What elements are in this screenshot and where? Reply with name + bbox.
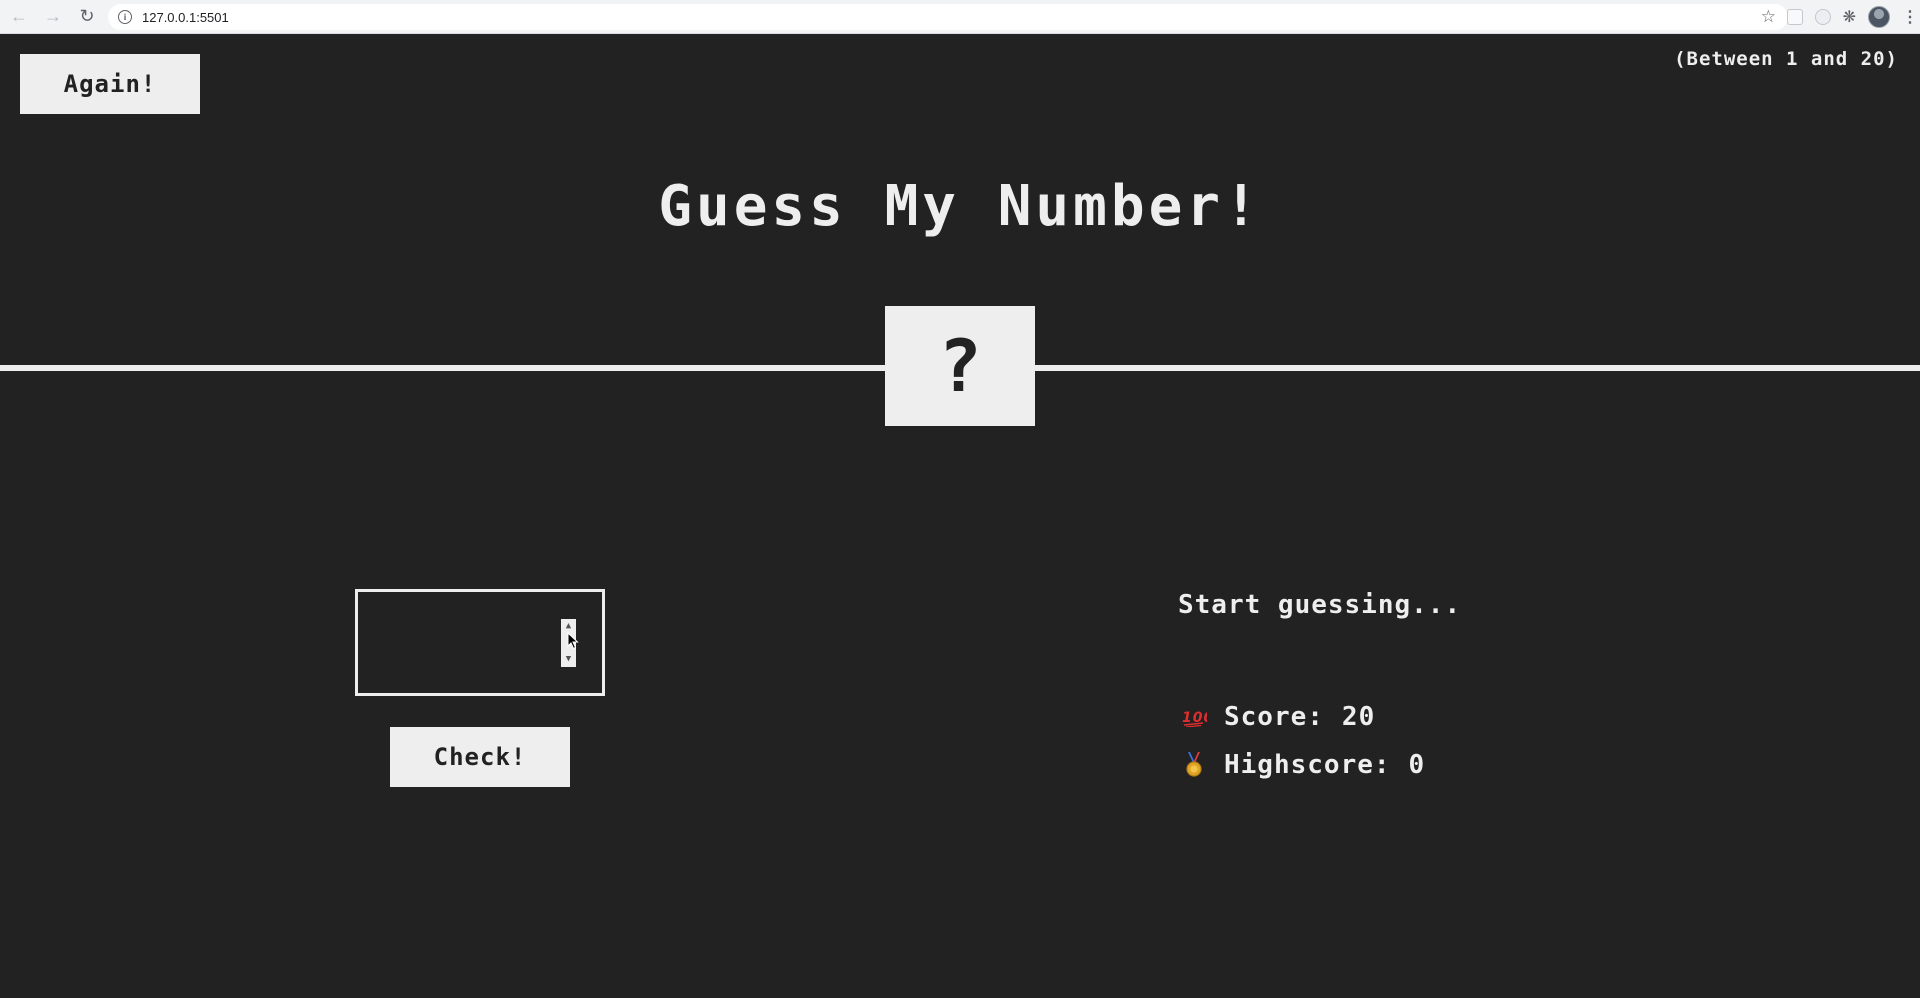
- score-label: Score:: [1224, 702, 1324, 732]
- mouse-cursor-icon: [567, 632, 579, 650]
- again-button[interactable]: Again!: [20, 54, 200, 114]
- game-page: Again! (Between 1 and 20) Guess My Numbe…: [0, 34, 1920, 998]
- page-title: Guess My Number!: [658, 174, 1262, 239]
- extension-icon[interactable]: [1786, 9, 1803, 25]
- spinner-up-icon[interactable]: ▲: [566, 622, 571, 631]
- medal-icon: [1178, 751, 1210, 779]
- highscore-value: 0: [1408, 750, 1426, 780]
- secret-number-box: ?: [885, 306, 1035, 426]
- profile-avatar[interactable]: [1868, 6, 1890, 28]
- kebab-menu-icon[interactable]: ⋮: [1902, 7, 1918, 27]
- forward-arrow-icon[interactable]: →: [38, 2, 68, 32]
- check-button[interactable]: Check!: [390, 727, 570, 787]
- extension-icon[interactable]: [1814, 9, 1831, 25]
- range-hint: (Between 1 and 20): [1674, 48, 1898, 70]
- status-message: Start guessing...: [1178, 590, 1462, 620]
- browser-toolbar: ← → ↻ i 127.0.0.1:5501 ☆ ❋ ⋮: [0, 0, 1920, 34]
- score-value: 20: [1341, 702, 1376, 732]
- reload-icon[interactable]: ↻: [72, 2, 102, 32]
- hundred-points-icon: 100: [1178, 703, 1210, 731]
- extensions-puzzle-icon[interactable]: ❋: [1843, 7, 1856, 27]
- score-row: 100 Score: 20: [1178, 702, 1375, 732]
- info-icon[interactable]: i: [118, 10, 132, 24]
- bookmark-star-icon[interactable]: ☆: [1761, 7, 1776, 27]
- spinner-down-icon[interactable]: ▼: [566, 655, 571, 664]
- address-bar[interactable]: i 127.0.0.1:5501 ☆: [108, 4, 1788, 30]
- highscore-label: Highscore:: [1224, 750, 1391, 780]
- url-text: 127.0.0.1:5501: [142, 9, 229, 25]
- highscore-row: Highscore: 0: [1178, 750, 1425, 780]
- extension-area: ❋ ⋮: [1786, 4, 1918, 30]
- back-arrow-icon[interactable]: ←: [4, 2, 34, 32]
